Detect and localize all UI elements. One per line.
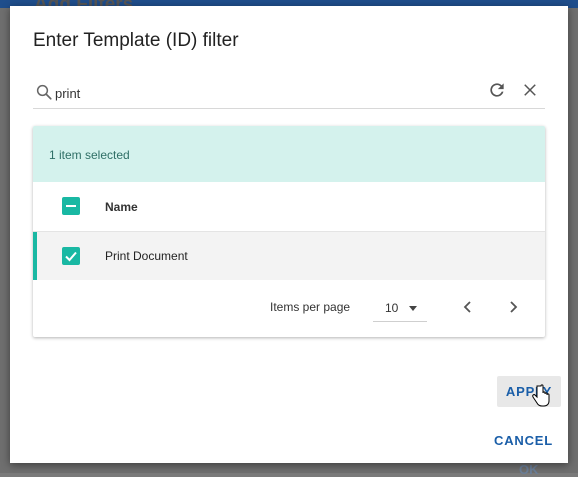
chevron-down-icon (409, 306, 417, 311)
dialog-title: Enter Template (ID) filter (33, 30, 239, 51)
apply-button[interactable]: APPLY (497, 376, 561, 407)
column-header-name[interactable]: Name (105, 200, 138, 214)
table-row[interactable]: Print Document (33, 232, 545, 280)
refresh-icon[interactable] (487, 80, 507, 100)
select-all-checkbox[interactable] (62, 197, 80, 215)
cancel-button[interactable]: CANCEL (494, 431, 553, 449)
search-bar (33, 77, 545, 109)
items-per-page-label: Items per page (270, 300, 351, 314)
background-ok-button: OK (519, 462, 539, 477)
items-per-page-value: 10 (385, 301, 399, 315)
previous-page-icon[interactable] (460, 298, 476, 316)
search-input[interactable] (55, 83, 455, 103)
selection-banner: 1 item selected (33, 126, 545, 182)
row-name-cell: Print Document (105, 249, 188, 263)
selection-table-panel: 1 item selected Name Print Document Item… (33, 126, 545, 337)
selection-count-text: 1 item selected (49, 148, 130, 162)
search-icon (36, 84, 52, 100)
checkmark-icon (65, 251, 77, 262)
next-page-icon[interactable] (505, 298, 521, 316)
items-per-page-select[interactable]: 10 (373, 295, 427, 322)
selected-row-indicator (33, 232, 37, 280)
filter-dialog: Enter Template (ID) filter 1 item select… (10, 6, 568, 463)
pagination-bar: Items per page 10 (33, 280, 545, 337)
table-header-row: Name (33, 182, 545, 232)
close-icon[interactable] (521, 81, 539, 99)
row-checkbox[interactable] (62, 247, 80, 265)
